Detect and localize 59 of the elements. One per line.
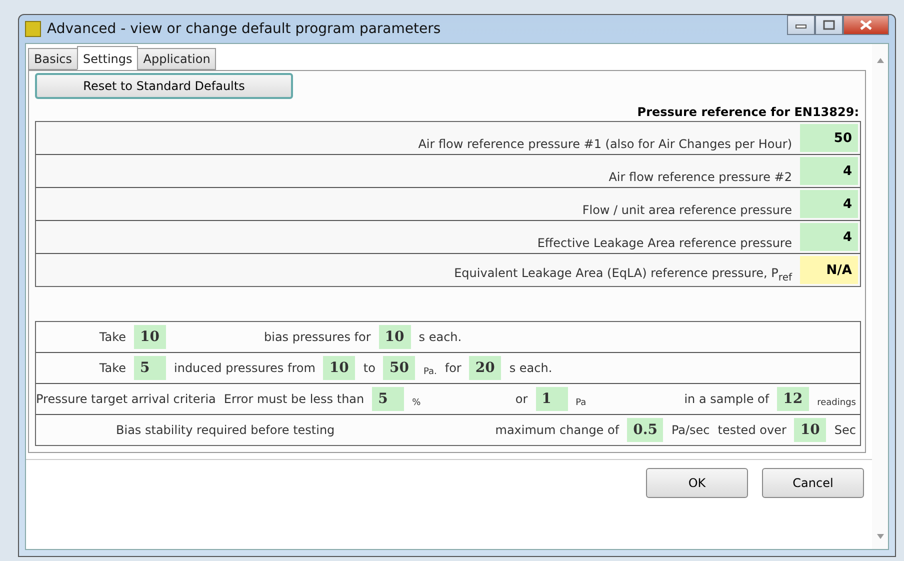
value-field[interactable]: 20 (469, 356, 502, 380)
field-label: Take (98, 361, 126, 375)
value-field[interactable]: 5 (372, 387, 404, 411)
field-label: induced pressures from (174, 361, 316, 375)
field-label: Flow / unit area reference pressure (582, 203, 792, 217)
value-field[interactable]: N/A (800, 256, 858, 284)
minimize-button[interactable] (787, 15, 815, 35)
window-title: Advanced - view or change default program parameters (47, 21, 442, 37)
value-field[interactable]: 50 (800, 124, 858, 152)
field-label: in a sample of (684, 392, 770, 406)
field-label: s each. (418, 330, 462, 344)
value-field[interactable]: 0.5 (627, 418, 664, 442)
unit-label: readings (817, 398, 856, 408)
value-field[interactable]: 4 (800, 190, 858, 218)
value-field[interactable]: 10 (323, 356, 356, 380)
scroll-down-icon[interactable] (876, 534, 884, 539)
field-label: Air flow reference pressure #1 (also for Air Changes per Hour) (418, 137, 792, 151)
app-icon (25, 21, 41, 37)
field-label: Effective Leakage Area reference pressure (537, 236, 792, 250)
close-button[interactable] (843, 15, 889, 35)
field-label: s each. (509, 361, 552, 375)
value-field[interactable]: 12 (777, 387, 810, 411)
unit-label: % (412, 398, 421, 408)
maximize-icon (823, 20, 835, 30)
field-label: Bias stability required before testing (116, 423, 335, 437)
maximize-button[interactable] (815, 15, 843, 35)
section-heading: Pressure reference for EN13829: (636, 105, 859, 119)
scroll-up-icon[interactable] (876, 58, 884, 63)
field-label: bias pressures for (264, 330, 371, 344)
field-label: Pa/sec (671, 423, 710, 437)
tab[interactable]: Basics (28, 48, 78, 70)
field-label: or (514, 392, 528, 406)
value-field[interactable]: 4 (800, 223, 858, 251)
value-field[interactable]: 10 (794, 418, 826, 442)
dialog-button[interactable]: Cancel (762, 468, 864, 498)
value-field[interactable]: 4 (800, 157, 858, 185)
tab[interactable]: Settings (77, 46, 138, 70)
field-label: tested over (718, 423, 786, 437)
tab[interactable]: Application (137, 48, 216, 70)
scrollbar[interactable] (872, 44, 888, 549)
reset-defaults-button[interactable]: Reset to Standard Defaults (35, 73, 293, 99)
close-icon (860, 20, 872, 30)
value-field[interactable]: 1 (536, 387, 568, 411)
field-label: Air flow reference pressure #2 (608, 170, 792, 184)
field-label: Sec (834, 423, 856, 437)
unit-label: Pa. (423, 367, 437, 377)
value-field[interactable]: 50 (383, 356, 416, 380)
field-label: Take (98, 330, 126, 344)
field-label: maximum change of (494, 423, 620, 437)
value-field[interactable]: 10 (378, 325, 411, 349)
unit-label: Pa (576, 398, 586, 408)
field-label: Error must be less than (224, 392, 364, 406)
value-field[interactable]: 5 (134, 356, 166, 380)
dialog-button[interactable]: OK (646, 468, 748, 498)
field-label: Pressure target arrival criteria (36, 392, 216, 406)
value-field[interactable]: 10 (134, 325, 166, 349)
field-label: to (363, 361, 376, 375)
field-label: for (444, 361, 462, 375)
field-label: Equivalent Leakage Area (EqLA) reference pressure, P$_{ref}$ (454, 266, 792, 283)
